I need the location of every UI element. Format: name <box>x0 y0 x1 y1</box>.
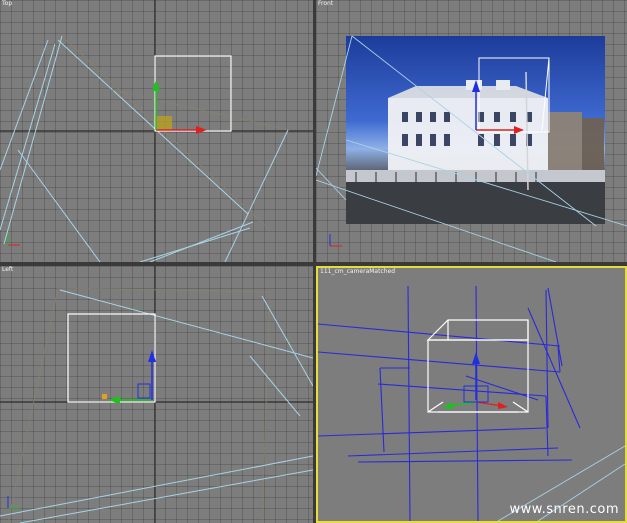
viewport-front[interactable]: Front <box>316 0 627 262</box>
camera-scene <box>318 285 625 521</box>
front-scene <box>316 35 627 262</box>
top-scene <box>0 0 313 262</box>
viewport-top[interactable]: Top <box>0 0 313 262</box>
watermark: www.snren.com <box>509 502 619 517</box>
left-scene <box>0 266 313 523</box>
viewport-left[interactable]: Left <box>0 266 313 523</box>
viewport-camera[interactable]: 111_cm_cameraMatched www.snren.com <box>316 266 627 523</box>
